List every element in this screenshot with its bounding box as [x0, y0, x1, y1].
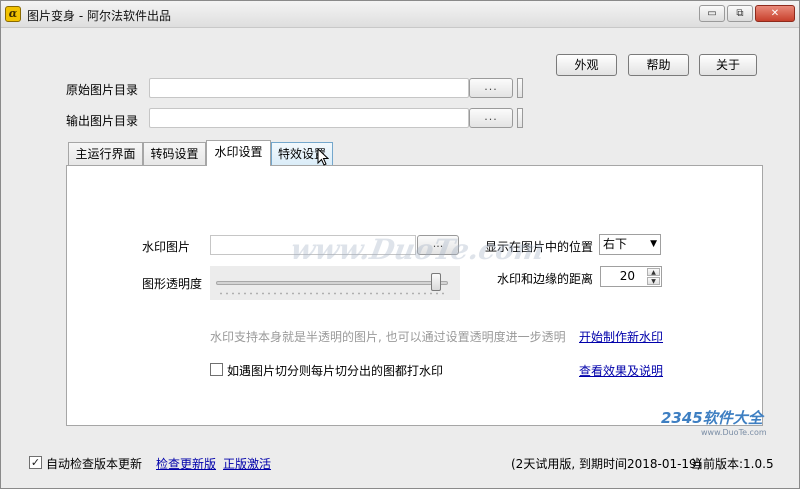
margin-value: 20	[619, 269, 635, 283]
source-dir-label: 原始图片目录	[66, 83, 139, 97]
watermark-image-input[interactable]	[210, 235, 416, 255]
mouse-cursor-icon	[317, 148, 329, 166]
slider-track	[216, 281, 448, 285]
opacity-label: 图形透明度	[142, 277, 203, 291]
output-dir-input[interactable]	[149, 108, 469, 128]
slider-ticks	[218, 292, 448, 295]
minimize-button[interactable]: ▭	[699, 5, 725, 22]
watermark-browse-button[interactable]: ...	[417, 235, 459, 255]
close-button[interactable]: ✕	[755, 5, 795, 22]
view-effect-link[interactable]: 查看效果及说明	[579, 362, 663, 379]
spinner-buttons: ▲ ▼	[647, 268, 660, 285]
watermark-image-label: 水印图片	[142, 240, 191, 254]
output-dropdown-handle[interactable]	[517, 108, 523, 128]
chevron-down-icon: ▼	[650, 239, 657, 249]
position-label: 显示在图片中的位置	[485, 240, 594, 254]
app-window: α 图片变身 - 阿尔法软件出品 ▭ ⧉ ✕ 外观 帮助 关于 原始图片目录 .…	[0, 0, 800, 489]
brand-2345-sub: www.DuoTe.com	[701, 428, 767, 437]
position-select[interactable]: 右下 ▼	[599, 234, 661, 255]
opacity-slider[interactable]	[210, 266, 460, 300]
tile-watermark-label: 如遇图片切分则每片切分出的图都打水印	[227, 364, 444, 378]
window-title: 图片变身 - 阿尔法软件出品	[27, 9, 171, 23]
source-browse-button[interactable]: ...	[469, 78, 513, 98]
tab-watermark[interactable]: 水印设置	[206, 140, 271, 166]
restore-button[interactable]: ⧉	[727, 5, 753, 22]
app-logo-icon: α	[5, 6, 21, 22]
output-browse-button[interactable]: ...	[469, 108, 513, 128]
about-button[interactable]: 关于	[699, 54, 757, 76]
margin-label: 水印和边缘的距离	[497, 272, 594, 286]
window-controls: ▭ ⧉ ✕	[699, 5, 795, 22]
tile-watermark-checkbox[interactable]	[210, 363, 223, 376]
activate-link[interactable]: 正版激活	[223, 455, 271, 472]
create-watermark-link[interactable]: 开始制作新水印	[579, 328, 663, 345]
position-select-value: 右下	[603, 237, 628, 251]
help-button[interactable]: 帮助	[628, 54, 689, 76]
watermark-settings-panel: 水印图片 ... 显示在图片中的位置 右下 ▼ 图形透明度 水印和边缘的距离 2…	[66, 165, 763, 426]
source-dir-input[interactable]	[149, 78, 469, 98]
trial-status: (2天试用版, 到期时间2018-01-19)	[511, 457, 702, 471]
spinner-up-icon[interactable]: ▲	[647, 268, 660, 276]
margin-spinner[interactable]: 20 ▲ ▼	[600, 266, 662, 287]
appearance-button[interactable]: 外观	[556, 54, 617, 76]
check-update-link[interactable]: 检查更新版	[156, 455, 216, 472]
slider-thumb[interactable]	[431, 273, 442, 291]
tab-transcode[interactable]: 转码设置	[143, 142, 206, 166]
source-dropdown-handle[interactable]	[517, 78, 523, 98]
auto-update-label: 自动检查版本更新	[46, 457, 143, 471]
watermark-hint: 水印支持本身就是半透明的图片, 也可以通过设置透明度进一步透明	[210, 330, 566, 344]
version-text: 当前版本:1.0.5	[691, 457, 774, 471]
auto-update-checkbox[interactable]: ✓	[29, 456, 42, 469]
tab-main[interactable]: 主运行界面	[68, 142, 143, 166]
title-bar[interactable]: α 图片变身 - 阿尔法软件出品 ▭ ⧉ ✕	[1, 1, 799, 28]
spinner-down-icon[interactable]: ▼	[647, 277, 660, 285]
output-dir-label: 输出图片目录	[66, 114, 139, 128]
